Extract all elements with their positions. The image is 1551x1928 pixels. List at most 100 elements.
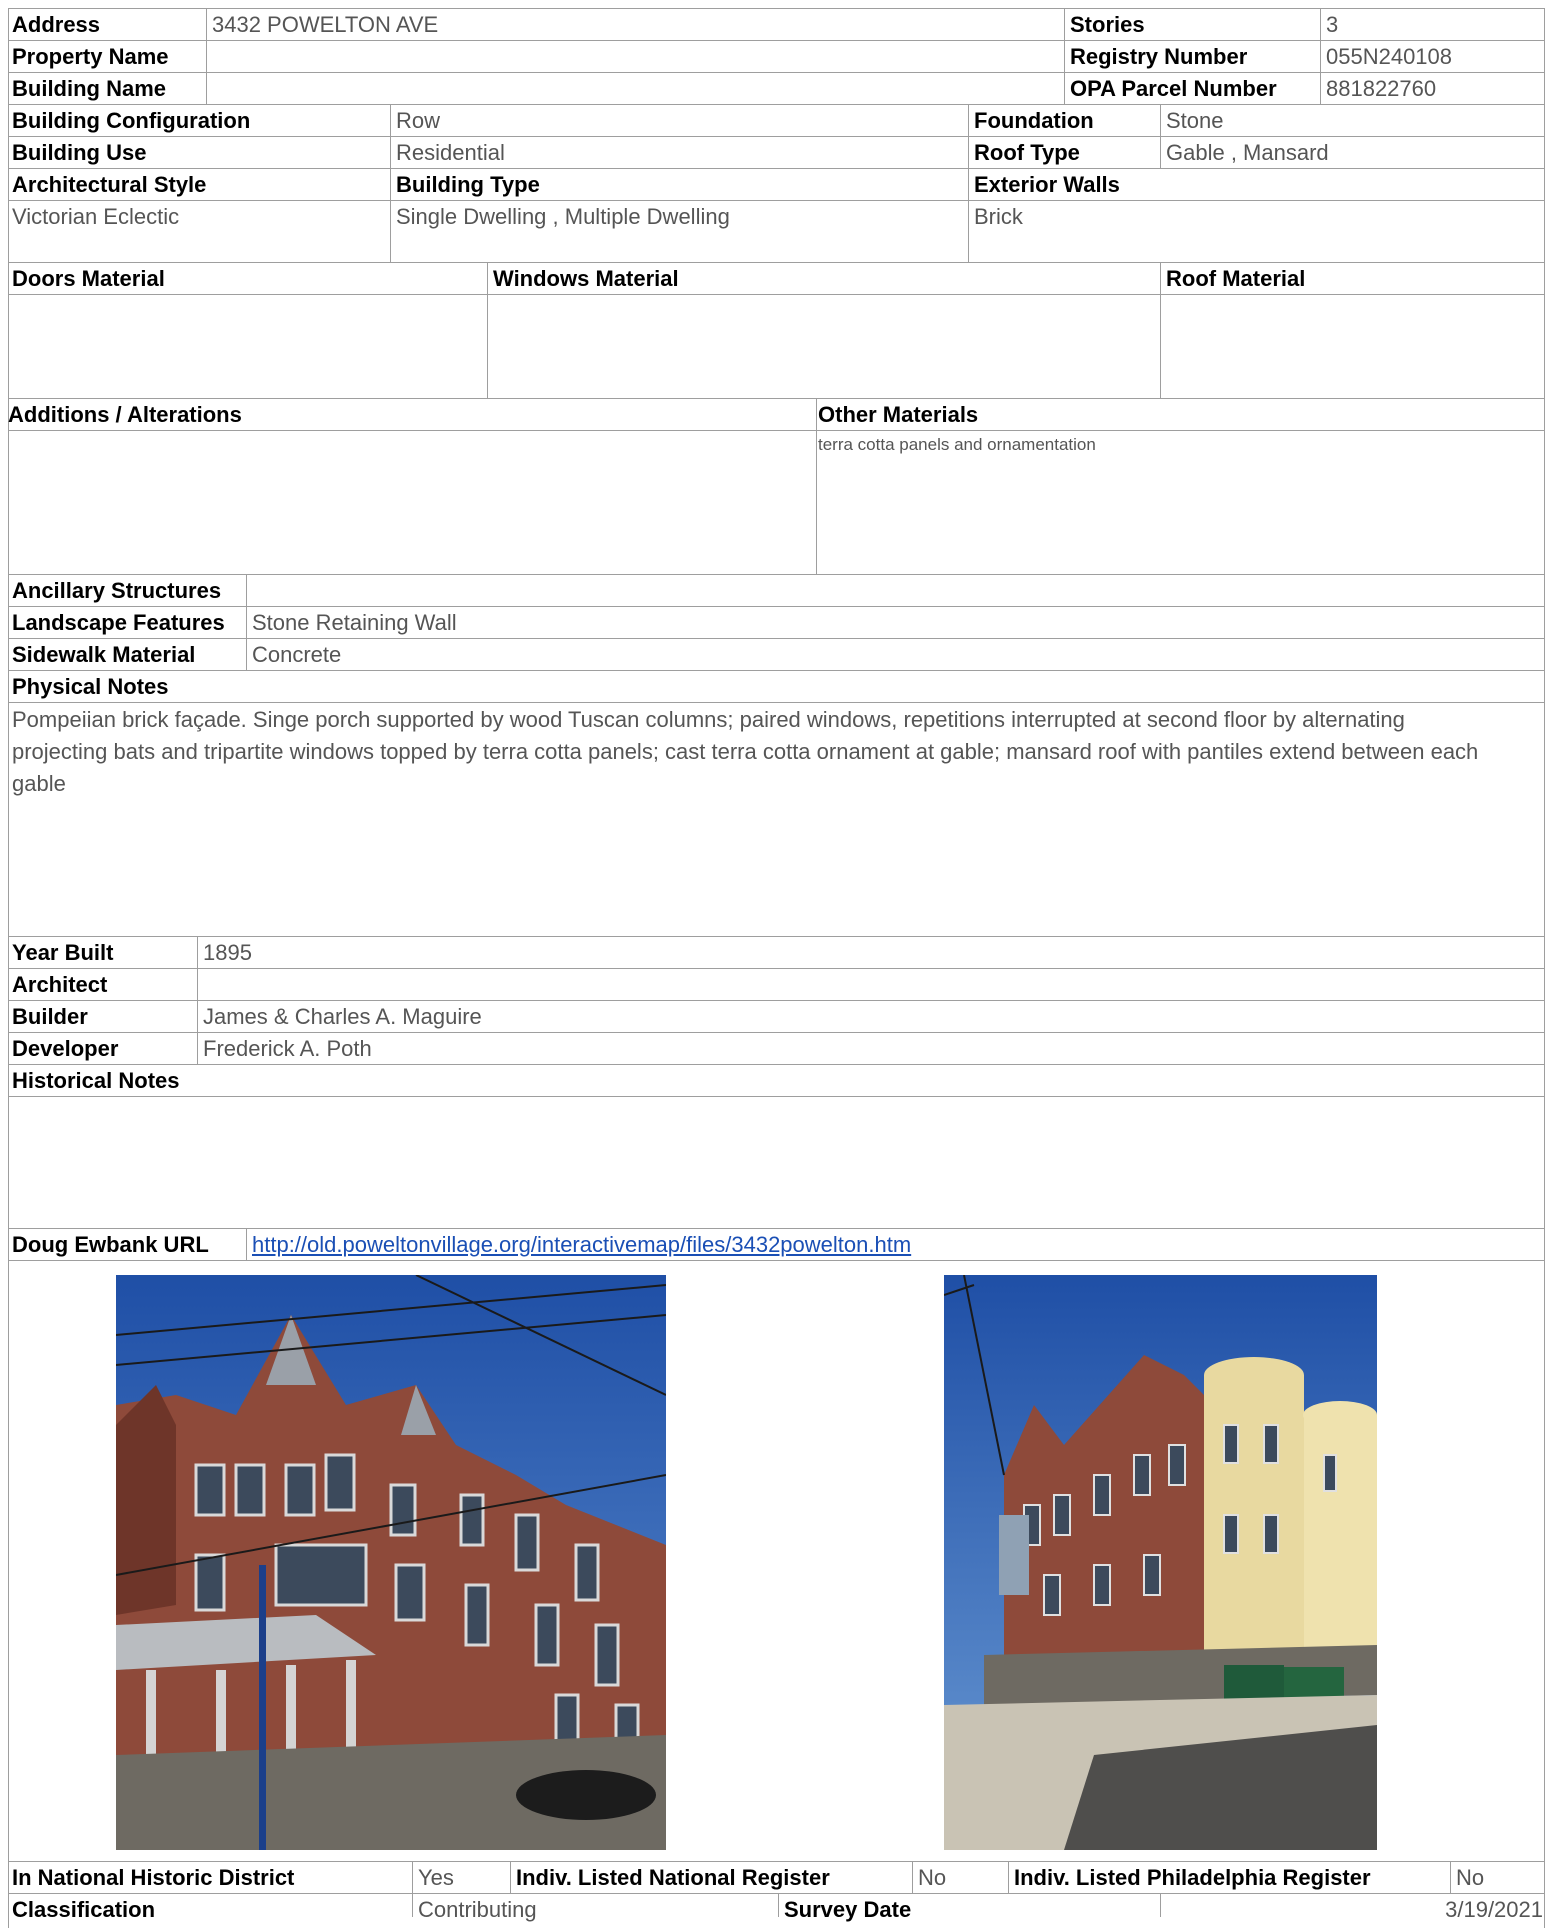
configuration-value: Row	[396, 108, 441, 133]
row-divider	[8, 702, 1545, 703]
registry-number-value: 055N240108	[1326, 44, 1453, 69]
row-divider	[8, 1000, 1545, 1001]
phila-register-value: No	[1456, 1865, 1485, 1890]
foundation-value: Stone	[1166, 108, 1224, 133]
col-divider	[1320, 8, 1321, 104]
row-divider	[8, 104, 1545, 105]
foundation-label: Foundation	[974, 108, 1094, 133]
col-divider	[510, 1861, 511, 1893]
builder-label: Builder	[12, 1004, 88, 1029]
year-built-label: Year Built	[12, 940, 114, 965]
survey-date-value: 3/19/2021	[1445, 1897, 1543, 1922]
phila-register-label: Indiv. Listed Philadelphia Register	[1014, 1865, 1371, 1890]
ewbank-url-label: Doug Ewbank URL	[12, 1232, 209, 1257]
address-label: Address	[12, 12, 101, 37]
row-divider	[8, 430, 1545, 431]
col-divider	[816, 398, 817, 574]
historical-notes-label: Historical Notes	[12, 1068, 180, 1093]
classification-value: Contributing	[418, 1897, 537, 1922]
other-materials-value: terra cotta panels and ornamentation	[818, 435, 1096, 454]
sidewalk-label: Sidewalk Material	[12, 642, 196, 667]
row-divider	[8, 1032, 1545, 1033]
row-divider	[8, 574, 1545, 575]
exterior-walls-label: Exterior Walls	[974, 172, 1120, 197]
col-divider	[246, 1228, 247, 1260]
building-use-value: Residential	[396, 140, 505, 165]
opa-parcel-label: OPA Parcel Number	[1070, 76, 1277, 101]
national-register-value: No	[918, 1865, 947, 1890]
sidewalk-value: Concrete	[252, 642, 342, 667]
col-divider	[390, 104, 391, 262]
col-divider	[246, 574, 247, 670]
stories-value: 3	[1326, 12, 1339, 37]
physical-notes-label: Physical Notes	[12, 674, 169, 699]
other-materials-label: Other Materials	[818, 402, 979, 427]
row-divider	[8, 294, 1545, 295]
row-divider	[8, 262, 1545, 263]
building-type-label: Building Type	[396, 172, 540, 197]
national-district-value: Yes	[418, 1865, 454, 1890]
row-divider	[8, 398, 1545, 399]
row-divider	[8, 638, 1545, 639]
col-divider	[1160, 104, 1161, 168]
row-divider	[8, 1228, 1545, 1229]
row-divider	[8, 1260, 1545, 1261]
col-divider	[1450, 1861, 1451, 1893]
doors-material-label: Doors Material	[12, 266, 165, 291]
developer-value: Frederick A. Poth	[203, 1036, 372, 1061]
row-divider	[8, 40, 1545, 41]
col-divider	[1160, 1893, 1161, 1917]
national-register-label: Indiv. Listed National Register	[516, 1865, 830, 1890]
col-divider	[1064, 8, 1065, 104]
building-use-label: Building Use	[12, 140, 147, 165]
row-divider	[8, 72, 1545, 73]
stories-label: Stories	[1070, 12, 1145, 37]
registry-number-label: Registry Number	[1070, 44, 1248, 69]
col-divider	[197, 936, 198, 1064]
row-divider	[8, 1064, 1545, 1065]
col-divider	[912, 1861, 913, 1893]
col-divider	[778, 1893, 779, 1917]
arch-style-label: Architectural Style	[12, 172, 207, 197]
row-divider	[8, 606, 1545, 607]
row-divider	[8, 670, 1545, 671]
opa-parcel-value: 881822760	[1326, 76, 1437, 101]
roof-type-value: Gable , Mansard	[1166, 140, 1329, 165]
property-name-label: Property Name	[12, 44, 169, 69]
builder-value: James & Charles A. Maguire	[203, 1004, 482, 1029]
address-value: 3432 POWELTON AVE	[212, 12, 439, 37]
classification-label: Classification	[12, 1897, 156, 1922]
row-divider	[8, 1893, 1545, 1894]
row-divider	[8, 168, 1545, 169]
ewbank-url-link[interactable]: http://old.poweltonvillage.org/interacti…	[252, 1230, 911, 1260]
physical-notes-text: Pompeiian brick façade. Singe porch supp…	[12, 707, 1479, 796]
arch-style-value: Victorian Eclectic	[12, 204, 180, 229]
row-divider	[8, 1096, 1545, 1097]
configuration-label: Building Configuration	[12, 108, 251, 133]
national-district-label: In National Historic District	[12, 1865, 295, 1890]
building-photo-front	[116, 1275, 666, 1850]
col-divider	[1160, 262, 1161, 398]
roof-type-label: Roof Type	[974, 140, 1080, 165]
building-name-label: Building Name	[12, 76, 167, 101]
landscape-label: Landscape Features	[12, 610, 225, 635]
additions-label: Additions / Alterations	[8, 402, 242, 427]
survey-date-label: Survey Date	[784, 1897, 912, 1922]
exterior-walls-value: Brick	[974, 204, 1023, 229]
roof-material-label: Roof Material	[1166, 266, 1306, 291]
row-divider	[8, 1861, 1545, 1862]
row-divider	[8, 8, 1545, 9]
col-divider	[968, 104, 969, 262]
col-divider	[1008, 1861, 1009, 1893]
architect-label: Architect	[12, 972, 108, 997]
row-divider	[8, 936, 1545, 937]
row-divider	[8, 968, 1545, 969]
building-photo-corner	[944, 1275, 1377, 1850]
building-type-value: Single Dwelling , Multiple Dwelling	[396, 204, 730, 229]
year-built-value: 1895	[203, 940, 252, 965]
ancillary-label: Ancillary Structures	[12, 578, 222, 603]
windows-material-label: Windows Material	[493, 266, 679, 291]
col-divider	[412, 1861, 413, 1917]
row-divider	[8, 200, 1545, 201]
col-divider	[487, 262, 488, 398]
